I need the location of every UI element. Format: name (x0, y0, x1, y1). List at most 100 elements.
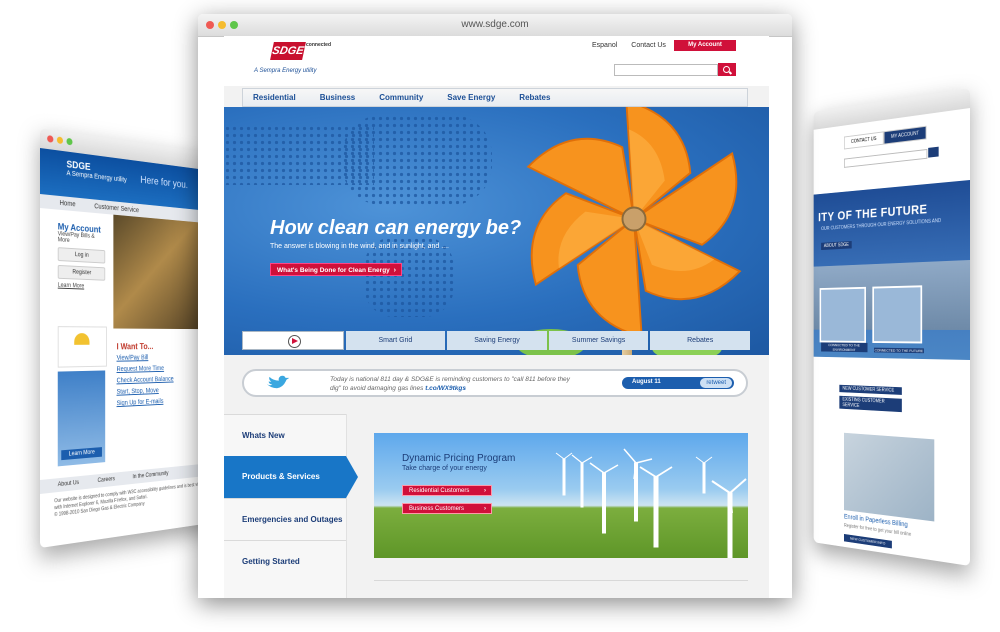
tab-contact-us[interactable]: CONTACT US (844, 131, 884, 149)
promo-subtitle: Take charge of your energy (402, 465, 487, 472)
paperless-photo (844, 433, 934, 522)
hero-banner: How clean can energy be? The answer is b… (224, 107, 769, 355)
nav-save-energy[interactable]: Save Energy (447, 93, 495, 102)
promo-title: Dynamic Pricing Program (402, 453, 515, 464)
tab-smart-grid[interactable]: Smart Grid (346, 331, 446, 350)
nav-rebates[interactable]: Rebates (519, 93, 550, 102)
business-customers-button[interactable]: Business Customers › (402, 503, 492, 514)
search-input[interactable] (614, 64, 718, 76)
footer-careers[interactable]: Careers (98, 476, 115, 484)
logo-connected: connected (306, 42, 331, 48)
tab-play-video[interactable] (242, 331, 344, 350)
footer-about[interactable]: About Us (58, 480, 79, 488)
close-dot-icon[interactable] (47, 135, 53, 143)
hero-title: How clean can energy be? (270, 217, 521, 240)
arrow-right-icon: › (394, 264, 396, 277)
clean-energy-button[interactable]: What's Being Done for Clean Energy › (270, 263, 402, 276)
arrow-right-icon: › (484, 504, 486, 515)
my-account-panel: My Account View/Pay Bills & More Log in … (58, 221, 105, 294)
i-want-item[interactable]: Sign Up for E-mails (117, 398, 174, 407)
new-customer-info-button[interactable]: NEW CUSTOMER INFO (844, 534, 892, 548)
right-top-tabs: CONTACT US MY ACCOUNT (844, 126, 927, 150)
header-links: Espanol Contact Us (592, 42, 666, 49)
twitter-bar: Today is national 811 day & SDG&E is rem… (242, 369, 748, 397)
cta-label: What's Being Done for Clean Energy (277, 267, 390, 274)
my-account-button[interactable]: My Account (674, 40, 736, 51)
dynamic-pricing-promo: Dynamic Pricing Program Take charge of y… (374, 433, 748, 558)
thumb-environment[interactable]: CONNECTED TO THE ENVIRONMENT (820, 287, 866, 343)
right-browser-window: CONTACT US MY ACCOUNT ITY OF THE FUTURE … (814, 88, 970, 566)
sidebar-item-whats-new[interactable]: Whats New (224, 414, 346, 456)
site-header: SDGE connected A Sempra Energy utility E… (224, 36, 769, 86)
tweet-link[interactable]: t.co/WX9tkgs (425, 385, 466, 392)
contact-us-link[interactable]: Contact Us (631, 42, 666, 49)
retweet-button[interactable]: retweet (700, 378, 732, 388)
tab-summer-savings[interactable]: Summer Savings (549, 331, 649, 350)
existing-customer-link[interactable]: EXISTING CUSTOMER SERVICE (839, 396, 902, 412)
sun-icon (74, 333, 89, 345)
sempra-tagline: A Sempra Energy utility (254, 68, 316, 74)
new-customer-link[interactable]: NEW CUSTOMER SERVICE (839, 385, 902, 395)
register-button[interactable]: Register (58, 265, 105, 281)
main-window-titlebar: www.sdge.com (198, 14, 792, 37)
sidebar: Whats New Products & Services Emergencie… (224, 414, 347, 598)
i-want-item[interactable]: Request More Time (117, 365, 174, 373)
tab-rebates[interactable]: Rebates (650, 331, 750, 350)
search-icon[interactable] (928, 147, 938, 158)
hero-tabs: Smart Grid Saving Energy Summer Savings … (242, 331, 750, 350)
i-want-item[interactable]: View/Pay Bill (117, 354, 174, 361)
nav-community[interactable]: Community (379, 93, 423, 102)
right-search-input[interactable] (844, 149, 927, 168)
nav-business[interactable]: Business (320, 93, 356, 102)
sidebar-item-emergencies[interactable]: Emergencies and Outages (224, 498, 346, 540)
right-links: NEW CUSTOMER SERVICE EXISTING CUSTOMER S… (839, 385, 902, 416)
i-want-item[interactable]: Start, Stop, Move (117, 387, 174, 396)
sidebar-item-products-services[interactable]: Products & Services (224, 456, 346, 498)
url-bar[interactable]: www.sdge.com (198, 19, 792, 30)
search-icon (723, 66, 730, 73)
button-label: Residential Customers (409, 488, 469, 494)
i-want-item[interactable]: Check Account Balance (117, 376, 174, 384)
sdge-site: SDGE connected A Sempra Energy utility E… (224, 36, 769, 598)
i-want-title: I Want To... (117, 342, 174, 352)
learn-more-link[interactable]: Learn More (58, 283, 105, 291)
tweet-date: August 11 (632, 379, 661, 385)
minimize-dot-icon[interactable] (57, 136, 63, 144)
tab-my-account[interactable]: MY ACCOUNT (884, 126, 927, 145)
residential-customers-button[interactable]: Residential Customers › (402, 485, 492, 496)
maximize-dot-icon[interactable] (66, 138, 72, 146)
nav-customer-service[interactable]: Customer Service (94, 203, 139, 214)
learn-more-button[interactable]: Learn More (61, 447, 102, 460)
tweet-meta: August 11 retweet (622, 377, 734, 389)
solar-banner[interactable] (58, 326, 107, 367)
search-button[interactable] (718, 63, 736, 76)
login-button[interactable]: Log in (58, 247, 105, 263)
footer-community[interactable]: In the Community (133, 471, 169, 480)
tagline: Here for you. (140, 174, 188, 191)
divider (374, 580, 748, 581)
twitter-bird-icon[interactable] (264, 375, 290, 392)
thumb-future[interactable]: CONNECTED TO THE FUTURE (872, 285, 922, 343)
i-want-to-list: I Want To... View/Pay Bill Request More … (117, 342, 174, 412)
hero-subtitle: The answer is blowing in the wind, and i… (270, 243, 449, 250)
sdge-logo[interactable]: SDGE A Sempra Energy utility (66, 159, 126, 184)
play-icon (288, 335, 301, 348)
espanol-link[interactable]: Espanol (592, 42, 617, 49)
wind-banner: Learn More (58, 370, 105, 466)
button-label: Business Customers (409, 506, 464, 512)
sempra-text: A Sempra Energy utility (66, 170, 126, 184)
main-browser-window: www.sdge.com SDGE connected A Sempra Ene… (198, 14, 792, 598)
main-nav: Residential Business Community Save Ener… (242, 88, 748, 107)
right-window-titlebar (814, 88, 970, 130)
tweet-text: Today is national 811 day & SDG&E is rem… (330, 375, 570, 393)
nav-residential[interactable]: Residential (253, 93, 296, 102)
pinwheel-icon (506, 107, 762, 347)
arrow-right-icon: › (484, 486, 486, 497)
nav-home[interactable]: Home (60, 199, 76, 207)
sdge-logo[interactable]: SDGE (270, 42, 306, 60)
thumb-caption: CONNECTED TO THE ENVIRONMENT (821, 342, 867, 352)
tab-saving-energy[interactable]: Saving Energy (447, 331, 547, 350)
sidebar-item-getting-started[interactable]: Getting Started (224, 540, 346, 582)
dot-map-pattern (342, 115, 492, 205)
thumb-caption: CONNECTED TO THE FUTURE (874, 348, 924, 354)
